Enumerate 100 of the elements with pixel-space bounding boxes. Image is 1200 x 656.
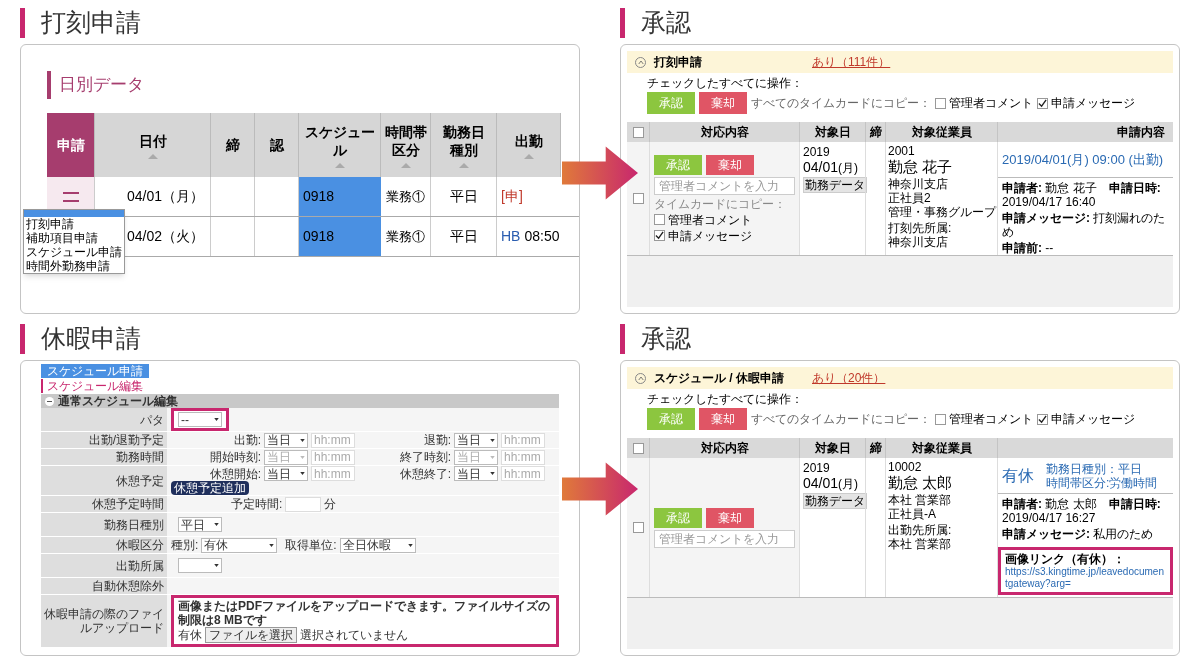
checkbox[interactable] [935,413,946,425]
caret-icon [214,564,219,567]
title-bar [47,71,51,99]
form-label: 休暇区分 [116,538,164,552]
minutes-field[interactable] [285,496,322,512]
heading-bar [20,8,25,38]
date-text: 04/01 [803,475,839,492]
request-detail: 時間帯区分:労働時間 [1046,475,1158,490]
employee-name: 勤怠 花子 [888,158,953,176]
count-link[interactable]: あり（20件） [812,371,886,385]
checkbox[interactable] [1037,97,1048,109]
caret-icon [269,543,275,547]
sort-icon[interactable] [523,153,534,159]
column-header[interactable]: 日付 [95,113,211,177]
select-field[interactable]: 平日 [178,517,222,532]
menu-item[interactable]: 補助項目申請 [24,231,124,245]
add-break-button[interactable]: 休憩予定追加 [171,481,249,495]
checkbox[interactable] [654,230,665,241]
reject-button[interactable]: 棄却 [699,92,747,114]
column-header: 対象日 [814,441,851,455]
select-field[interactable]: -- [178,412,222,427]
copy-label: すべてのタイムカードにコピー： [751,96,931,110]
select-field[interactable]: 全日休暇 [339,537,416,553]
column-header[interactable]: スケジュール [299,113,381,177]
field-label: 休憩開始: [209,466,261,481]
caret-icon [300,455,305,459]
caret-icon [214,523,219,526]
column-header[interactable]: 出勤 [497,113,561,177]
request-headline: 有休 [1002,468,1034,483]
weekday-text: (月) [838,161,859,175]
column-header[interactable]: 勤務日種別 [431,113,497,177]
checkbox[interactable] [632,193,644,204]
select-field[interactable]: 当日 [264,466,308,481]
select-field[interactable]: 当日 [454,432,498,448]
year-text: 2019 [803,145,830,159]
select-field[interactable]: 有休 [201,537,278,553]
request-info: 申請メッセージ: 打刻漏れのため [1002,211,1167,239]
select-field[interactable]: 当日 [454,466,498,481]
sort-icon[interactable] [458,162,469,168]
field-label: 終了時刻: [399,450,451,464]
sort-icon[interactable] [147,153,158,159]
sort-icon[interactable] [400,162,411,168]
affiliation-text: 本社 営業部 [888,537,952,551]
select-field[interactable] [178,558,222,573]
request-info: 申請メッセージ: 私用のため [1002,527,1154,541]
section-title: 打刻申請 [654,55,703,69]
column-header: 認 [255,113,299,177]
checkbox[interactable] [654,214,665,225]
field-label: 開始時刻: [209,450,261,464]
column-header: 対象日 [814,125,851,139]
caret-icon [300,472,305,475]
panel-title: 日別データ [59,74,144,97]
reject-button[interactable]: 棄却 [706,154,754,175]
section-heading: 打刻申請 [41,7,141,39]
choose-file-button[interactable]: ファイルを選択 [205,627,297,643]
checkbox[interactable] [632,442,644,454]
request-headline: 2019/04/01(月) 09:00 (出勤) [1002,152,1164,167]
comment-field[interactable]: 管理者コメントを入力 [654,176,795,195]
field-label: 退勤: [423,433,451,447]
comment-field[interactable]: 管理者コメントを入力 [654,529,795,548]
employee-name: 勤怠 太郎 [888,474,953,492]
checkbox[interactable] [935,97,946,109]
section-heading: 承認 [641,7,691,39]
reject-button[interactable]: 棄却 [706,507,754,528]
field-label: 出勤: [233,433,261,447]
caret-icon [214,418,219,421]
tab[interactable]: スケジュール申請 [41,364,149,378]
menu-item[interactable]: 時間外勤務申請 [24,259,124,273]
image-link[interactable]: https://s3.kingtime.jp/leavedocumentgateway?arg= [1005,566,1166,590]
checkbox-label: 管理者コメント [668,212,752,227]
caret-icon [407,543,413,547]
column-header: 申請内容 [1117,125,1165,139]
caret-icon [490,438,495,442]
select-field[interactable]: 当日 [264,432,308,448]
column-header[interactable]: 時間帯区分 [381,113,431,177]
checkbox[interactable] [1037,413,1048,425]
menu-item[interactable]: 打刻申請 [24,217,124,231]
checkbox[interactable] [632,126,644,138]
form-label: パタ [140,412,164,427]
unit-text: 分 [324,497,337,511]
column-header: 対象従業員 [911,125,972,139]
checkbox-label: 申請メッセージ [1051,96,1135,110]
menu-item[interactable]: スケジュール申請 [24,245,124,259]
menu-icon[interactable] [62,191,79,202]
weekday-text: (月) [838,477,859,491]
sort-icon[interactable] [334,162,345,168]
employee-id: 2001 [888,144,915,158]
request-info: 申請者: 勤怠 花子 申請日時: 2019/04/17 16:40 [1002,181,1162,209]
section-heading: 承認 [641,323,691,355]
reject-button[interactable]: 棄却 [699,408,747,430]
collapse-icon[interactable] [45,396,54,406]
affiliation-label: 打刻先所属: [888,221,952,235]
checkbox[interactable] [632,522,644,533]
heading-bar [620,324,625,354]
date-cell-text: 04/02（火） [127,227,205,246]
work-data-tag[interactable]: 勤務データ [803,493,867,509]
work-data-tag[interactable]: 勤務データ [803,177,867,193]
form-label: 出勤所属 [116,558,164,573]
count-link[interactable]: あり（111件） [812,55,891,69]
request-detail: 勤務日種別：平日 [1046,461,1142,476]
